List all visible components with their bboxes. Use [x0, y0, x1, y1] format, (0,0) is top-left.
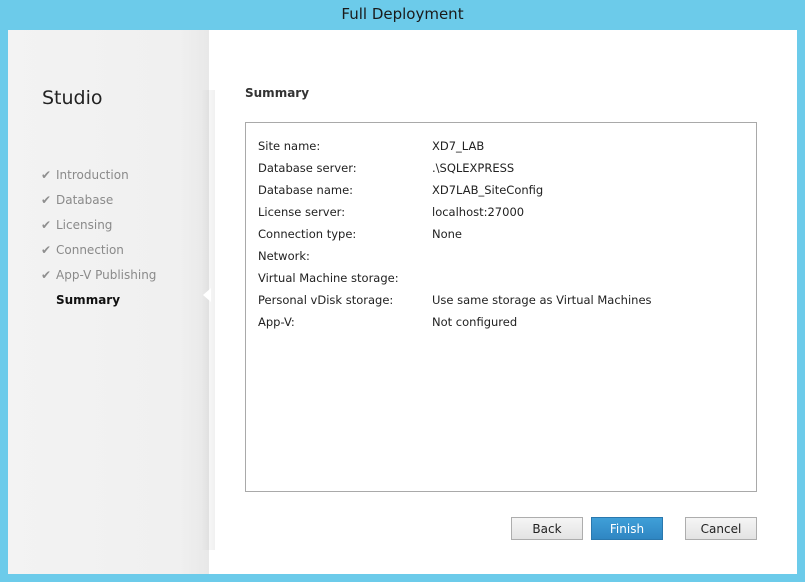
summary-list: Site name: XD7_LAB Database server: .\SQ…: [258, 135, 652, 333]
step-database: ✔ Database: [41, 187, 156, 212]
summary-row-virtual-machine-storage: Virtual Machine storage:: [258, 267, 652, 289]
current-step-pointer-icon: [203, 288, 211, 302]
summary-label: Database name:: [258, 183, 354, 197]
back-button[interactable]: Back: [511, 517, 583, 540]
wizard-window: Full Deployment Studio ✔ Introduction ✔ …: [0, 0, 805, 582]
summary-value: XD7LAB_SiteConfig: [432, 183, 544, 197]
finish-button[interactable]: Finish: [591, 517, 663, 540]
sidebar-heading: Studio: [42, 87, 103, 109]
summary-label: Network:: [258, 249, 310, 263]
checkmark-icon: ✔: [41, 242, 52, 257]
step-label: App-V Publishing: [56, 267, 157, 282]
page-title: Summary: [245, 86, 310, 100]
summary-row-database-server: Database server: .\SQLEXPRESS: [258, 157, 652, 179]
summary-row-site-name: Site name: XD7_LAB: [258, 135, 652, 157]
step-connection: ✔ Connection: [41, 237, 156, 262]
step-app-v-publishing: ✔ App-V Publishing: [41, 262, 156, 287]
step-summary: Summary: [41, 287, 156, 312]
wizard-steps: ✔ Introduction ✔ Database ✔ Licensing ✔ …: [41, 162, 156, 312]
summary-value: localhost:27000: [432, 205, 525, 219]
wizard-client-area: Studio ✔ Introduction ✔ Database ✔ Licen…: [8, 30, 797, 574]
summary-value: XD7_LAB: [432, 139, 485, 153]
step-introduction: ✔ Introduction: [41, 162, 156, 187]
window-title: Full Deployment: [341, 5, 464, 23]
summary-label: Connection type:: [258, 227, 357, 241]
sidebar-shadow: [201, 90, 215, 550]
summary-label: Personal vDisk storage:: [258, 293, 394, 307]
summary-row-license-server: License server: localhost:27000: [258, 201, 652, 223]
summary-label: App-V:: [258, 315, 295, 329]
step-label: Database: [56, 192, 114, 207]
checkmark-icon: ✔: [41, 167, 52, 182]
summary-label: Site name:: [258, 139, 321, 153]
summary-label: License server:: [258, 205, 346, 219]
summary-label: Database server:: [258, 161, 357, 175]
step-label: Introduction: [56, 167, 129, 182]
step-label: Connection: [56, 242, 124, 257]
summary-row-connection-type: Connection type: None: [258, 223, 652, 245]
step-label: Summary: [56, 292, 121, 307]
step-label: Licensing: [56, 217, 113, 232]
checkmark-icon: ✔: [41, 192, 52, 207]
summary-row-database-name: Database name: XD7LAB_SiteConfig: [258, 179, 652, 201]
cancel-button[interactable]: Cancel: [685, 517, 757, 540]
summary-row-network: Network:: [258, 245, 652, 267]
summary-value: .\SQLEXPRESS: [432, 161, 515, 175]
summary-label: Virtual Machine storage:: [258, 271, 399, 285]
checkmark-icon: ✔: [41, 217, 52, 232]
summary-row-personal-vdisk-storage: Personal vDisk storage: Use same storage…: [258, 289, 652, 311]
checkmark-icon: ✔: [41, 267, 52, 282]
summary-value: None: [432, 227, 463, 241]
step-licensing: ✔ Licensing: [41, 212, 156, 237]
summary-row-app-v: App-V: Not configured: [258, 311, 652, 333]
wizard-sidebar: Studio ✔ Introduction ✔ Database ✔ Licen…: [8, 30, 209, 574]
summary-panel: Site name: XD7_LAB Database server: .\SQ…: [245, 122, 757, 492]
summary-value: Use same storage as Virtual Machines: [432, 293, 652, 307]
summary-value: Not configured: [432, 315, 518, 329]
